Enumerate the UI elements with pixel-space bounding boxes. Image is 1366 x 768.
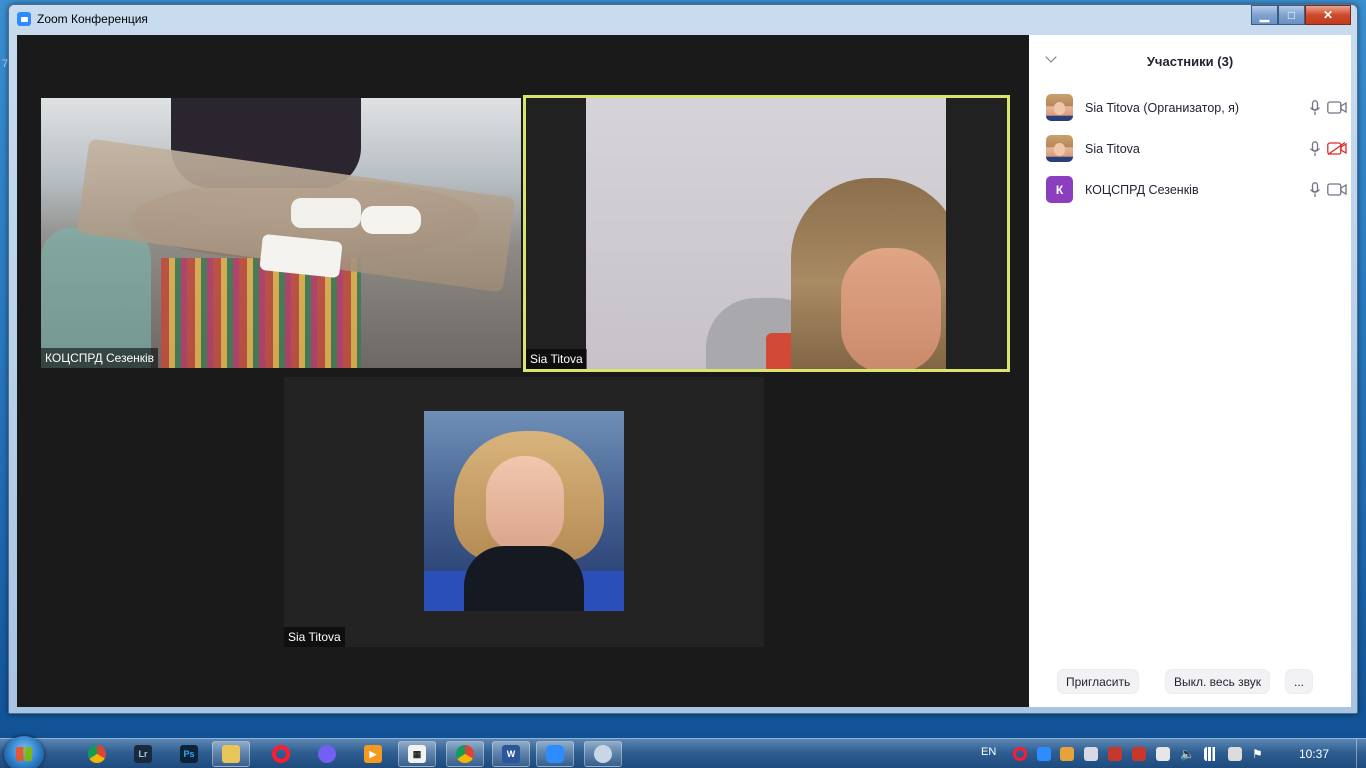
lightroom-icon[interactable]: Lr (124, 741, 162, 767)
word-label: W (502, 745, 520, 763)
antivirus-tray-icon[interactable] (1132, 747, 1146, 761)
play-icon: ▶ (364, 745, 382, 763)
video-scene-detail (291, 198, 361, 228)
video-participant-name: Sia Titova (526, 349, 587, 369)
minimize-button[interactable]: ▁ (1251, 5, 1278, 25)
folder-icon (222, 745, 240, 763)
photoshop-label: Ps (180, 745, 198, 763)
tray-app-icon[interactable] (1108, 747, 1122, 761)
participants-panel-footer: Пригласить Выкл. весь звук ... (1029, 669, 1351, 695)
profile-picture (424, 411, 624, 611)
calendar-icon[interactable]: ▦ (398, 741, 436, 767)
chrome-icon-glyph (88, 745, 106, 763)
participant-row[interactable]: Sia Titova (1029, 128, 1351, 169)
microphone-icon[interactable] (1309, 182, 1321, 198)
zoom-app-icon (17, 12, 31, 26)
opera-icon[interactable] (262, 741, 300, 767)
mute-all-button[interactable]: Выкл. весь звук (1165, 669, 1271, 694)
zoom-taskbar-icon[interactable] (536, 741, 574, 767)
language-indicator[interactable]: EN (981, 746, 996, 758)
video-tile[interactable]: Sia Titova (284, 377, 764, 647)
zoom-glyph (546, 745, 564, 763)
calendar-glyph: ▦ (408, 745, 426, 763)
close-button[interactable]: ✕ (1305, 5, 1351, 25)
antivirus-tray-icon[interactable] (1156, 747, 1170, 761)
maximize-button[interactable]: □ (1278, 5, 1305, 25)
avatar (1046, 94, 1073, 121)
participants-title: Участники (3) (1146, 53, 1234, 69)
video-scene-detail (841, 248, 941, 369)
video-scene-detail (361, 206, 421, 234)
avatar: К (1046, 176, 1073, 203)
tray-app-icon[interactable] (1084, 747, 1098, 761)
participant-row[interactable]: К КОЦСПРД Сезенків (1029, 169, 1351, 210)
active-speaker-video-tile[interactable]: Sia Titova (523, 95, 1010, 372)
paint-icon[interactable] (584, 741, 622, 767)
video-off-icon[interactable] (1327, 142, 1347, 155)
meeting-area: КОЦСПРД Сезенків Sia Titova Sia Titova У… (17, 35, 1351, 707)
photoshop-icon[interactable]: Ps (170, 741, 208, 767)
opera-tray-icon[interactable] (1013, 747, 1027, 761)
action-center-flag-icon[interactable]: ⚑ (1252, 747, 1266, 761)
zoom-tray-icon[interactable] (1037, 747, 1051, 761)
photo-detail (486, 456, 564, 554)
network-icon[interactable] (1204, 747, 1218, 761)
microphone-icon[interactable] (1309, 141, 1321, 157)
video-participant-name: Sia Titova (284, 627, 345, 647)
window-title: Zoom Конференция (37, 12, 148, 26)
participants-panel-header: Участники (3) (1029, 35, 1351, 87)
video-camera-icon[interactable] (1327, 183, 1347, 196)
video-camera-icon[interactable] (1327, 101, 1347, 114)
viber-glyph (318, 745, 336, 763)
title-bar[interactable]: Zoom Конференция ▁ □ ✕ (9, 5, 1357, 33)
window-controls: ▁ □ ✕ (1251, 5, 1351, 25)
microphone-icon[interactable] (1309, 100, 1321, 116)
photo-detail (464, 546, 584, 611)
viber-icon[interactable] (308, 741, 346, 767)
video-scene-detail (41, 228, 151, 368)
participants-list: Sia Titova (Организатор, я) Sia Titova К… (1029, 87, 1351, 210)
participant-row[interactable]: Sia Titova (Организатор, я) (1029, 87, 1351, 128)
start-button[interactable] (4, 736, 44, 768)
chrome-icon[interactable] (78, 741, 116, 767)
tray-app-icon[interactable] (1228, 747, 1242, 761)
taskbar: Lr Ps ▶ ▦ W EN 🔈 ⚑ 10:37 (0, 736, 1366, 768)
video-frame (586, 98, 946, 369)
video-tile[interactable]: КОЦСПРД Сезенків (41, 98, 521, 368)
word-icon[interactable]: W (492, 741, 530, 767)
opera-glyph (272, 745, 290, 763)
volume-icon[interactable]: 🔈 (1180, 747, 1195, 761)
invite-button[interactable]: Пригласить (1057, 669, 1140, 694)
video-participant-name: КОЦСПРД Сезенків (41, 348, 159, 368)
more-options-button[interactable]: ... (1285, 669, 1314, 694)
zoom-window: Zoom Конференция ▁ □ ✕ КОЦСПРД Сезенків (8, 4, 1358, 714)
participants-panel: Участники (3) Sia Titova (Организатор, я… (1029, 35, 1351, 707)
paint-glyph (594, 745, 612, 763)
media-player-icon[interactable]: ▶ (354, 741, 392, 767)
chrome-icon-glyph (456, 745, 474, 763)
avatar (1046, 135, 1073, 162)
tray-app-icon[interactable] (1060, 747, 1074, 761)
clock[interactable]: 10:37 (1290, 747, 1338, 761)
lightroom-label: Lr (134, 745, 152, 763)
show-desktop-button[interactable] (1356, 739, 1366, 768)
chrome-window-icon[interactable] (446, 741, 484, 767)
explorer-icon[interactable] (212, 741, 250, 767)
